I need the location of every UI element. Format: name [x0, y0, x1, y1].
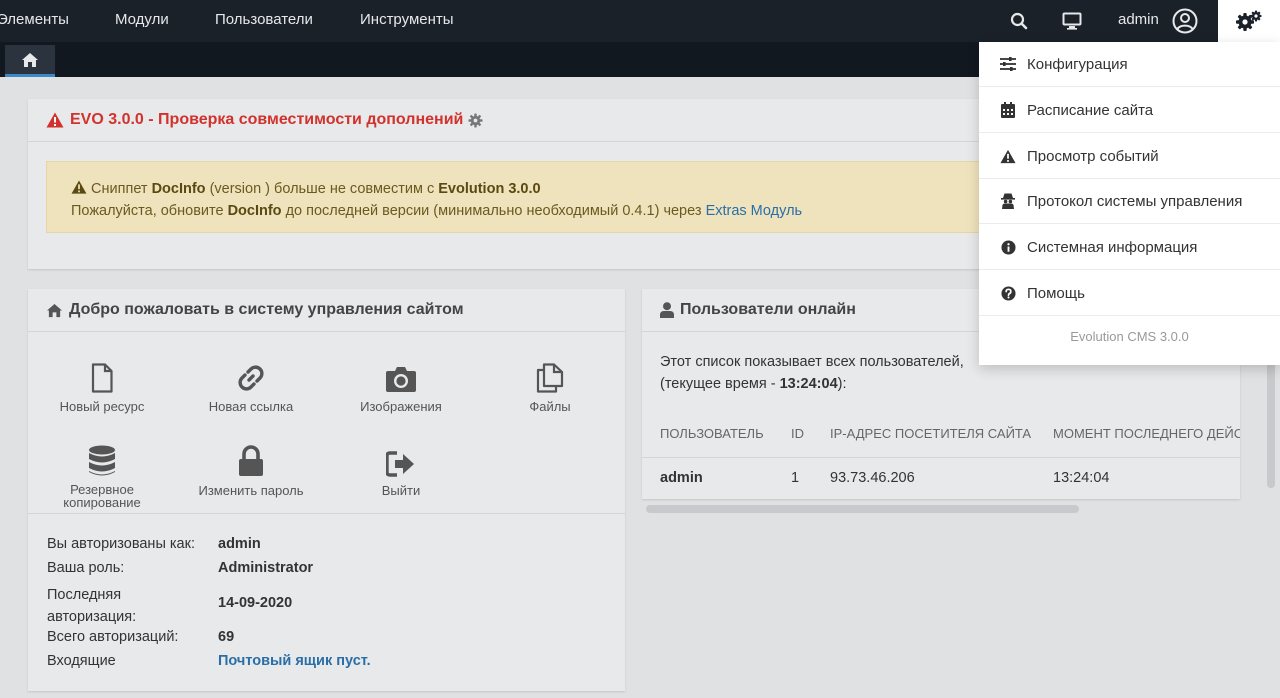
welcome-title: Добро пожаловать в систему управления са…	[69, 301, 464, 318]
sliders-icon	[1000, 57, 1016, 71]
nav-elements[interactable]: Элементы	[0, 0, 69, 42]
home-icon	[47, 303, 62, 317]
tab-home[interactable]	[5, 45, 55, 77]
settings-gears-icon[interactable]	[1218, 0, 1280, 42]
welcome-divider	[28, 513, 625, 514]
user-secret-icon	[1001, 193, 1015, 209]
warning-icon	[71, 180, 87, 194]
row-ip: 93.73.46.206	[830, 470, 915, 486]
search-icon[interactable]	[1001, 0, 1037, 42]
menu-event-log[interactable]: Просмотр событий	[979, 134, 1280, 179]
row-user: admin	[660, 470, 703, 486]
database-icon	[89, 445, 115, 476]
inbox-label: Входящие	[47, 653, 116, 669]
user-menu-label[interactable]: admin	[1118, 0, 1159, 42]
nav-users[interactable]: Пользователи	[215, 0, 313, 42]
online-users-description: Этот список показывает всех пользователе…	[660, 354, 964, 392]
compat-check-title: EVO 3.0.0 - Проверка совместимости допол…	[70, 111, 464, 128]
last-login-label: Последняя авторизация:	[47, 587, 137, 625]
quick-new-link[interactable]: Новая ссылка	[176, 349, 326, 414]
warning-icon	[1000, 149, 1016, 163]
info-circle-icon	[1000, 239, 1016, 255]
table-header-divider	[642, 457, 1240, 458]
warning-icon	[46, 112, 64, 128]
link-icon	[238, 365, 264, 391]
logged-as-label: Вы авторизованы как:	[47, 536, 195, 552]
col-last-action[interactable]: Момент последнего действия	[1053, 426, 1240, 441]
version-footer: Evolution CMS 3.0.0	[1070, 329, 1189, 344]
monitor-icon[interactable]	[1054, 0, 1090, 42]
lock-icon	[239, 445, 263, 476]
file-icon	[91, 363, 113, 393]
quick-images[interactable]: Изображения	[326, 349, 476, 414]
horizontal-scrollbar[interactable]	[646, 505, 1079, 513]
user-icon	[660, 302, 674, 318]
quick-logout[interactable]: Выйти	[326, 433, 476, 498]
welcome-header: Добро пожаловать в систему управления са…	[28, 289, 625, 332]
home-icon	[22, 52, 38, 67]
quick-new-resource[interactable]: Новый ресурс	[27, 349, 177, 414]
user-avatar-icon[interactable]	[1167, 0, 1203, 42]
menu-help[interactable]: Помощь	[979, 271, 1280, 316]
inbox-link[interactable]: Почтовый ящик пуст.	[218, 653, 371, 669]
col-ip[interactable]: IP-адрес посетителя сайта	[830, 426, 1031, 441]
sign-out-icon	[386, 451, 414, 477]
col-id[interactable]: ID	[791, 426, 804, 441]
menu-configuration[interactable]: Конфигурация	[979, 42, 1280, 87]
camera-icon	[386, 367, 416, 392]
quick-files[interactable]: Файлы	[475, 349, 625, 414]
row-id: 1	[791, 470, 800, 486]
role-label: Ваша роль:	[47, 560, 125, 576]
role-value: Administrator	[218, 560, 314, 576]
last-login-value: 14-09-2020	[218, 595, 293, 611]
quick-backup[interactable]: Резервное копирование	[27, 433, 177, 509]
menu-system-log[interactable]: Протокол системы управления	[979, 179, 1280, 224]
top-navbar: Элементы Модули Пользователи Инструменты…	[0, 0, 1280, 42]
nav-modules[interactable]: Модули	[115, 0, 169, 42]
extras-module-link[interactable]: Extras Модуль	[706, 203, 803, 219]
quick-change-password[interactable]: Изменить пароль	[176, 433, 326, 498]
welcome-card: Добро пожаловать в систему управления са…	[28, 289, 625, 691]
menu-schedule[interactable]: Расписание сайта	[979, 88, 1280, 133]
gear-icon[interactable]	[468, 112, 483, 128]
menu-system-info[interactable]: Системная информация	[979, 225, 1280, 270]
calendar-icon	[1001, 102, 1015, 118]
col-user[interactable]: Пользователь	[660, 426, 764, 441]
settings-dropdown: Конфигурация Расписание сайта Просмотр с…	[979, 42, 1280, 365]
online-users-title: Пользователи онлайн	[680, 301, 856, 318]
files-icon	[536, 363, 564, 393]
logged-as-value: admin	[218, 536, 261, 552]
total-logins-label: Всего авторизаций:	[47, 629, 179, 645]
nav-tools[interactable]: Инструменты	[360, 0, 454, 42]
total-logins-value: 69	[218, 629, 235, 645]
vertical-scrollbar[interactable]	[1267, 360, 1275, 488]
row-time: 13:24:04	[1053, 470, 1110, 486]
question-circle-icon	[1000, 285, 1016, 301]
